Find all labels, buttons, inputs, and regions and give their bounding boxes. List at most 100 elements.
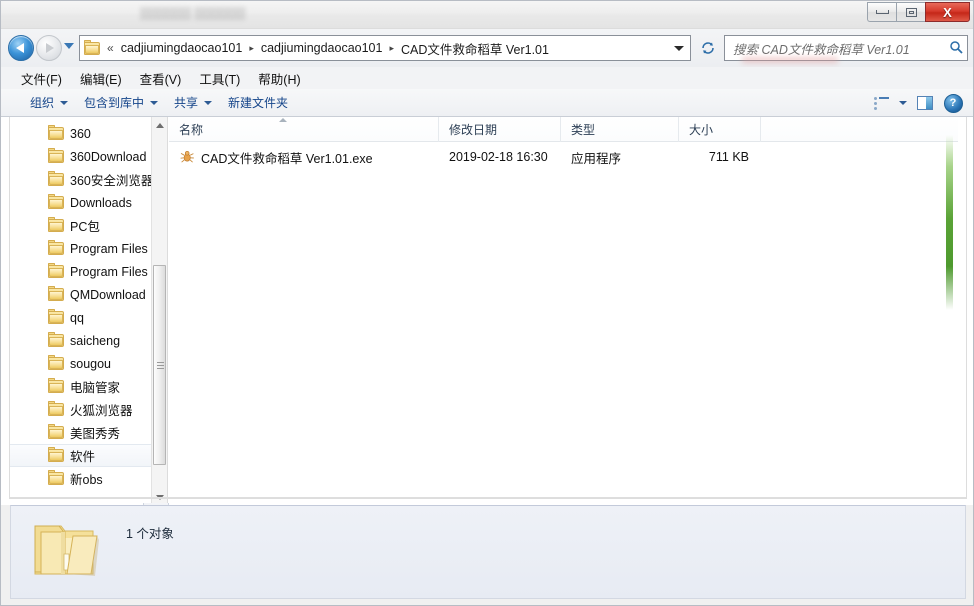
- folder-icon: [48, 194, 64, 209]
- tree-item-program-files-1[interactable]: Program Files: [10, 237, 152, 260]
- tree-item-360download[interactable]: 360Download: [10, 145, 152, 168]
- folder-icon: [48, 286, 64, 301]
- search-input[interactable]: 搜索 CAD文件救命稻草 Ver1.01: [725, 39, 945, 58]
- new-folder-button[interactable]: 新建文件夹: [220, 91, 296, 114]
- window-controls: X: [867, 2, 970, 22]
- file-name-cell[interactable]: CAD文件救命稻草 Ver1.01.exe: [169, 148, 439, 167]
- breadcrumb-item-1[interactable]: cadjiumingdaocao101: [258, 39, 386, 57]
- tree-item-label: 电脑管家: [70, 381, 121, 395]
- tree-item-ruanjian[interactable]: 软件: [10, 444, 152, 467]
- breadcrumb-item-0[interactable]: cadjiumingdaocao101: [118, 39, 246, 57]
- chevron-up-icon: [155, 122, 164, 128]
- close-icon: X: [943, 4, 952, 20]
- tree-item-saicheng[interactable]: saicheng: [10, 329, 152, 352]
- folder-icon: [48, 401, 64, 416]
- table-row[interactable]: CAD文件救命稻草 Ver1.01.exe 2019-02-18 16:30 应…: [169, 145, 958, 169]
- view-list-icon: [873, 97, 889, 110]
- back-arrow-icon: [16, 43, 24, 53]
- toolbar-right-group: ?: [868, 92, 966, 114]
- tree-item-meituxiuxiu[interactable]: 美图秀秀: [10, 421, 152, 444]
- view-options-dropdown[interactable]: [896, 92, 910, 114]
- breadcrumb-item-2[interactable]: CAD文件救命稻草 Ver1.01: [398, 37, 552, 60]
- column-header-size[interactable]: 大小: [679, 117, 761, 142]
- scrollbar-thumb[interactable]: [153, 265, 166, 465]
- menu-item-file[interactable]: 文件(F): [12, 67, 71, 90]
- refresh-button[interactable]: [698, 38, 718, 58]
- column-header-name[interactable]: 名称: [169, 117, 439, 142]
- share-with-label: 共享: [174, 96, 199, 110]
- column-header-label: 大小: [689, 123, 714, 137]
- minimize-icon: [875, 10, 889, 14]
- file-list-view[interactable]: 名称 修改日期 类型 大小 CAD文件救命稻草 Ver1.01.exe 2019…: [169, 117, 958, 505]
- tree-item-label: 360: [70, 126, 91, 141]
- address-folder-icon: [84, 39, 100, 55]
- menu-item-help[interactable]: 帮助(H): [249, 67, 309, 90]
- tree-item-pcbao[interactable]: PC包: [10, 214, 152, 237]
- column-header-type[interactable]: 类型: [561, 117, 679, 142]
- tree-item-qmdownload[interactable]: QMDownload: [10, 283, 152, 306]
- help-button[interactable]: ?: [940, 92, 966, 114]
- folder-icon: [48, 240, 64, 255]
- address-bar-row: « cadjiumingdaocao101 ▸ cadjiumingdaocao…: [0, 29, 974, 96]
- tree-item-qq[interactable]: qq: [10, 306, 152, 329]
- maximize-button[interactable]: [896, 2, 925, 22]
- file-name-label: CAD文件救命稻草 Ver1.01.exe: [201, 151, 373, 166]
- content-divider: [10, 497, 966, 498]
- tree-item-downloads[interactable]: Downloads: [10, 191, 152, 214]
- tree-item-label: 火狐浏览器: [70, 404, 133, 418]
- menu-item-view[interactable]: 查看(V): [131, 67, 191, 90]
- folder-icon: [48, 263, 64, 278]
- tree-item-label: qq: [70, 310, 84, 325]
- help-icon: ?: [943, 93, 963, 113]
- address-bar[interactable]: « cadjiumingdaocao101 ▸ cadjiumingdaocao…: [79, 35, 691, 61]
- tree-item-label: 美图秀秀: [70, 427, 121, 441]
- breadcrumb-chevron-1-icon[interactable]: ▸: [385, 43, 398, 54]
- folder-icon: [48, 125, 64, 140]
- close-button[interactable]: X: [925, 2, 970, 22]
- back-button[interactable]: [8, 35, 34, 61]
- new-folder-label: 新建文件夹: [228, 96, 289, 110]
- share-with-button[interactable]: 共享: [166, 91, 220, 114]
- details-pane: 1 个对象: [10, 505, 966, 599]
- tree-item-program-files-2[interactable]: Program Files: [10, 260, 152, 283]
- recent-locations-dropdown[interactable]: [64, 43, 74, 49]
- command-toolbar: 组织 包含到库中 共享 新建文件夹 ?: [0, 89, 974, 117]
- tree-item-sougou[interactable]: sougou: [10, 352, 152, 375]
- menu-item-edit[interactable]: 编辑(E): [71, 67, 131, 90]
- forward-button[interactable]: [36, 35, 62, 61]
- navigation-scrollbar[interactable]: [151, 117, 167, 505]
- include-in-library-button[interactable]: 包含到库中: [76, 91, 166, 114]
- organize-button[interactable]: 组织: [22, 91, 76, 114]
- tree-item-label: Downloads: [70, 195, 132, 210]
- redaction-mark-2: [742, 57, 838, 63]
- minimize-button[interactable]: [867, 2, 896, 22]
- column-header-date[interactable]: 修改日期: [439, 117, 561, 142]
- breadcrumb-overflow-icon[interactable]: «: [103, 41, 118, 55]
- folder-icon: [48, 148, 64, 163]
- folder-icon: [48, 217, 64, 232]
- tree-item-360browser[interactable]: 360安全浏览器: [10, 168, 152, 191]
- chevron-down-icon: [60, 100, 69, 105]
- address-dropdown-icon[interactable]: [674, 46, 684, 51]
- tree-item-xinobs[interactable]: 新obs: [10, 467, 152, 490]
- include-in-library-label: 包含到库中: [84, 96, 145, 110]
- column-header-label: 修改日期: [449, 123, 498, 137]
- large-folder-icon: [31, 518, 103, 584]
- tree-item-firefox[interactable]: 火狐浏览器: [10, 398, 152, 421]
- tree-item-label: PC包: [70, 220, 100, 234]
- folder-tree: 360 360Download 360安全浏览器 Downloads PC包 P…: [10, 122, 152, 490]
- menu-item-tools[interactable]: 工具(T): [190, 67, 249, 90]
- scroll-up-button[interactable]: [152, 117, 167, 133]
- view-options-button[interactable]: [868, 92, 894, 114]
- organize-label: 组织: [30, 96, 55, 110]
- preview-pane-button[interactable]: [912, 92, 938, 114]
- tree-item-diannaoguanjia[interactable]: 电脑管家: [10, 375, 152, 398]
- column-header-filler: [761, 117, 958, 142]
- tree-item-360[interactable]: 360: [10, 122, 152, 145]
- tree-item-label: 360Download: [70, 149, 147, 164]
- column-header-label: 名称: [179, 123, 204, 137]
- chevron-down-icon: [204, 100, 213, 105]
- green-accent-strip: [946, 135, 953, 310]
- breadcrumb-chevron-0-icon[interactable]: ▸: [245, 43, 258, 54]
- navigation-pane: 360 360Download 360安全浏览器 Downloads PC包 P…: [10, 117, 168, 505]
